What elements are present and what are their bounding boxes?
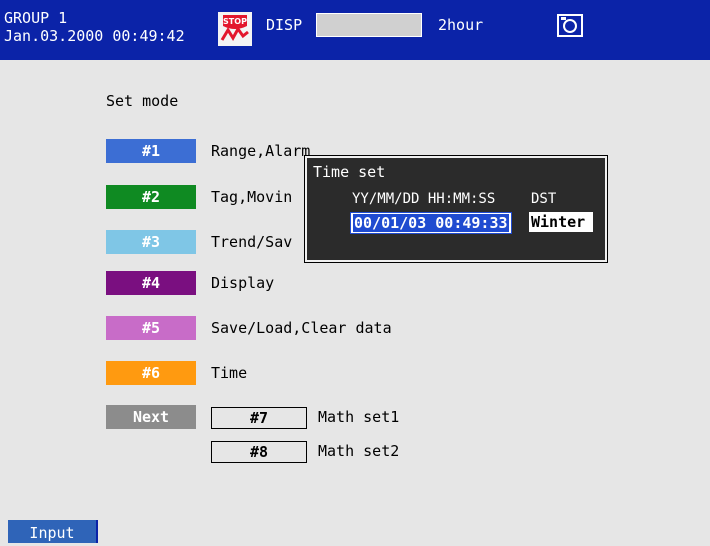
svg-text:STOP: STOP	[223, 17, 247, 26]
menu-button-6[interactable]: #6	[106, 361, 196, 385]
menu-label-6: Time	[211, 364, 248, 382]
disp-label: DISP	[266, 16, 303, 34]
dst-label: DST	[531, 191, 557, 207]
status-header: GROUP 1 Jan.03.2000 00:49:42 STOP DISP 2…	[0, 0, 710, 60]
disp-bar	[316, 13, 422, 37]
submenu-button-8[interactable]: #8	[211, 441, 307, 463]
menu-label-2: Tag,Movin	[211, 188, 293, 206]
submenu-label-8: Math set2	[318, 442, 400, 460]
group-label: GROUP 1	[4, 9, 68, 27]
menu-label-3: Trend/Sav	[211, 233, 293, 251]
menu-button-5[interactable]: #5	[106, 316, 196, 340]
camera-icon[interactable]	[557, 13, 583, 37]
menu-button-2[interactable]: #2	[106, 185, 196, 209]
menu-button-1[interactable]: #1	[106, 139, 196, 163]
dialog-title: Time set	[313, 163, 386, 181]
datetime-value: 00/01/03 00:49:33	[353, 214, 509, 232]
menu-button-3[interactable]: #3	[106, 230, 196, 254]
menu-label-5: Save/Load,Clear data	[211, 319, 392, 337]
trend-interval: 2hour	[438, 16, 484, 34]
menu-label-1: Range,Alarm	[211, 142, 311, 160]
datetime-input[interactable]: 00/01/03 00:49:33	[350, 212, 512, 234]
stop-icon: STOP	[218, 12, 252, 46]
next-button[interactable]: Next	[106, 405, 196, 429]
input-button[interactable]: Input	[8, 520, 98, 543]
submenu-button-7[interactable]: #7	[211, 407, 307, 429]
page-title: Set mode	[106, 92, 179, 110]
datetime-label: Jan.03.2000 00:49:42	[4, 27, 185, 45]
time-set-dialog: Time set YY/MM/DD HH:MM:SS DST 00/01/03 …	[305, 156, 607, 262]
submenu-label-7: Math set1	[318, 408, 400, 426]
datetime-format-label: YY/MM/DD HH:MM:SS	[352, 191, 496, 207]
menu-label-4: Display	[211, 274, 275, 292]
menu-button-4[interactable]: #4	[106, 271, 196, 295]
dst-season-field[interactable]: Winter	[529, 212, 593, 232]
